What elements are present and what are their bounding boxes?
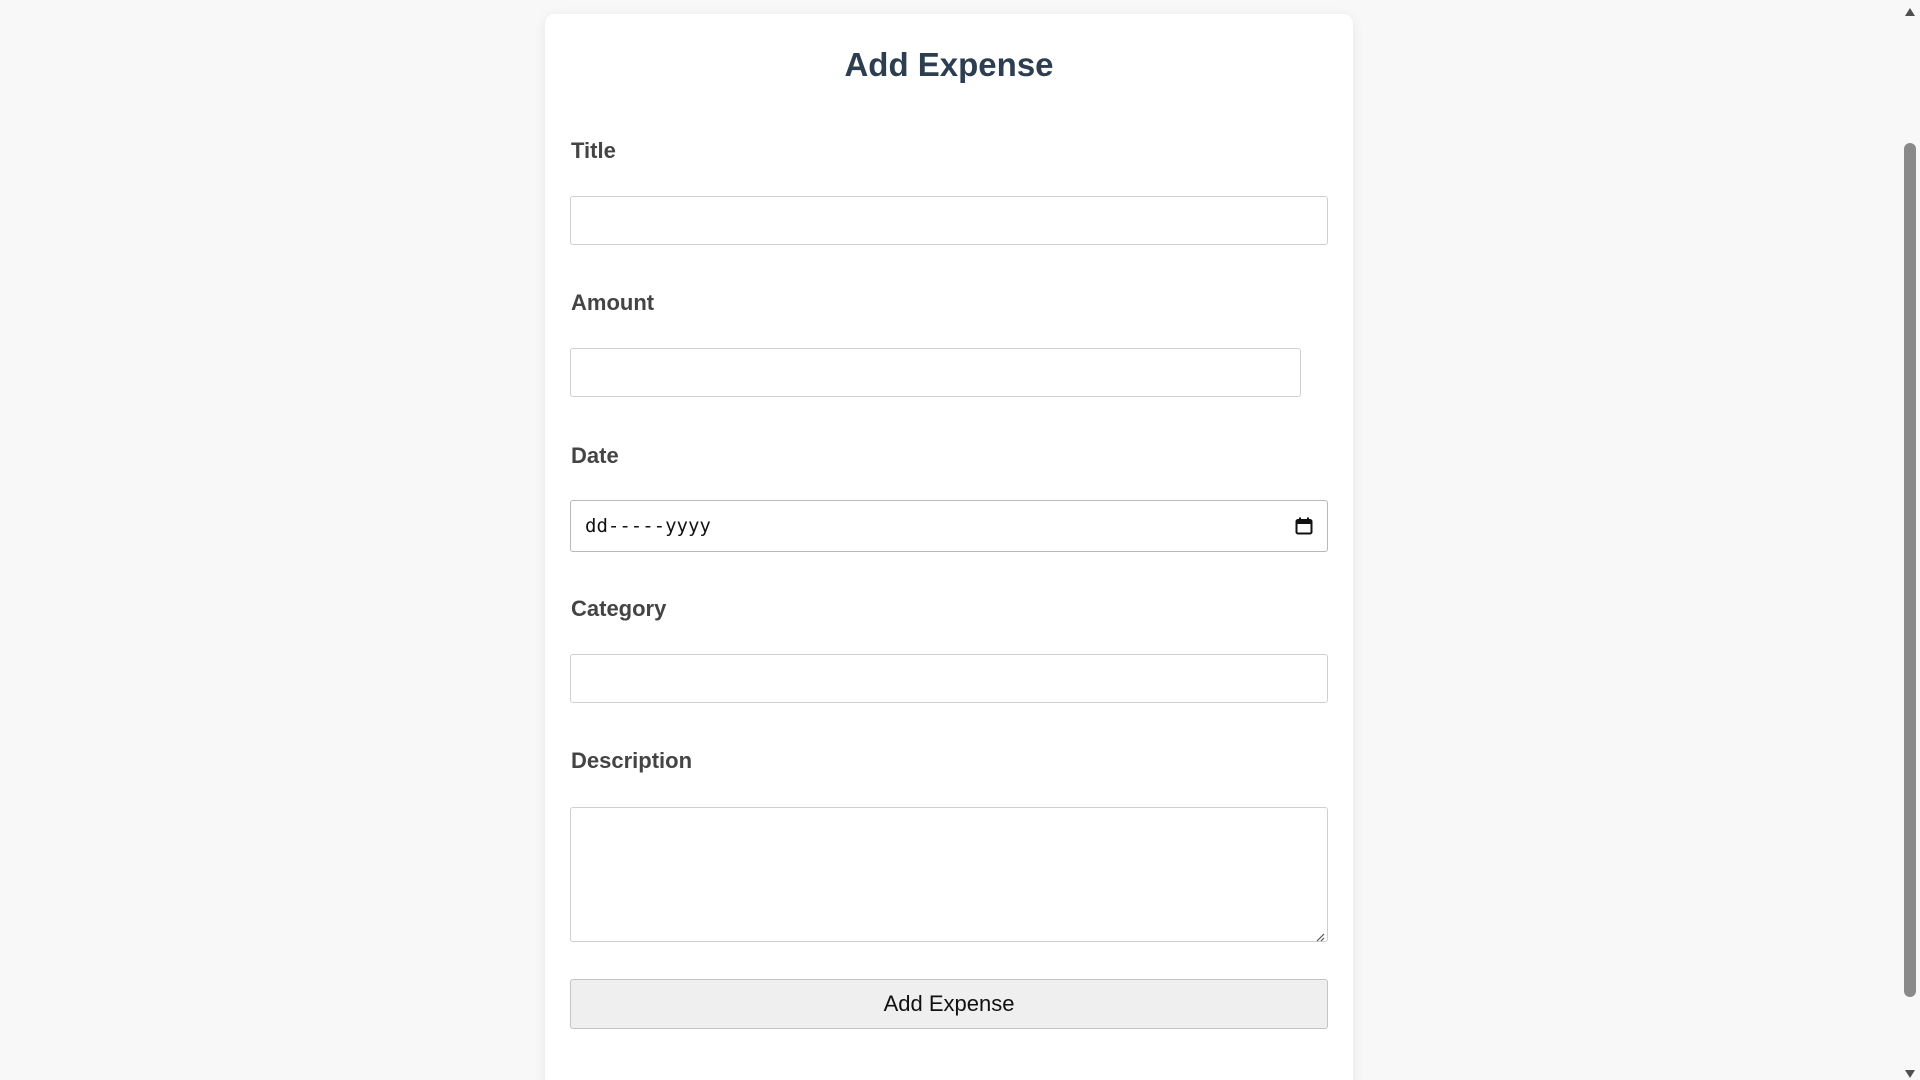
- expense-form-card: Add Expense Title Amount Date dd-----yyy…: [545, 14, 1353, 1080]
- title-input[interactable]: [570, 196, 1328, 245]
- scroll-down-arrow-icon[interactable]: [1904, 1066, 1916, 1078]
- date-label: Date: [571, 443, 619, 468]
- vertical-scrollbar[interactable]: [1900, 0, 1920, 1080]
- date-input[interactable]: dd-----yyyy: [570, 500, 1328, 552]
- date-placeholder: dd-----yyyy: [585, 515, 711, 537]
- description-wrapper: [570, 807, 1328, 942]
- amount-label: Amount: [571, 290, 655, 315]
- add-expense-button[interactable]: Add Expense: [570, 979, 1328, 1029]
- resize-grip-icon[interactable]: [1315, 929, 1325, 942]
- description-label: Description: [571, 748, 693, 773]
- page-title: Add Expense: [844, 46, 1054, 83]
- scroll-up-arrow-icon[interactable]: [1904, 4, 1916, 16]
- category-label: Category: [571, 596, 667, 621]
- title-label: Title: [571, 138, 616, 163]
- category-input[interactable]: [570, 654, 1328, 703]
- scrollbar-thumb[interactable]: [1904, 143, 1916, 997]
- description-textarea[interactable]: [570, 807, 1328, 942]
- page: Add Expense Title Amount Date dd-----yyy…: [0, 0, 1920, 1080]
- calendar-icon[interactable]: [1295, 517, 1313, 535]
- amount-input[interactable]: [570, 348, 1301, 397]
